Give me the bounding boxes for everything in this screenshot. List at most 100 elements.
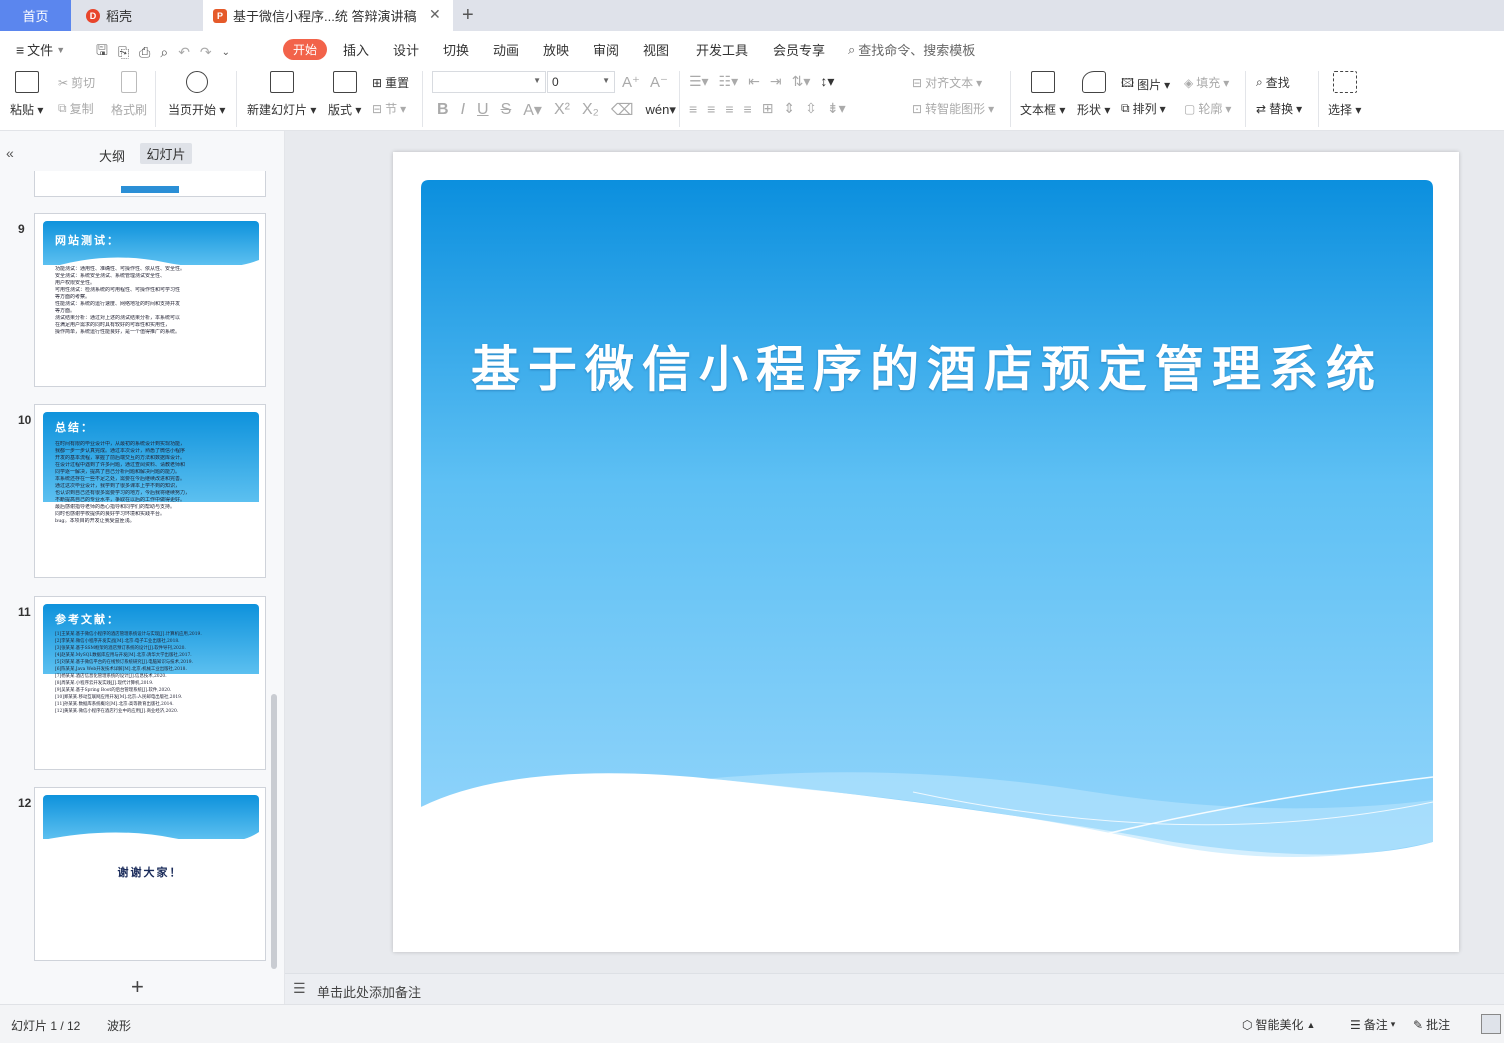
replace-button[interactable]: ⇄ 替换 ▾ [1256,100,1302,117]
tab-design[interactable]: 设计 [393,40,419,59]
distribute-icon[interactable]: ⊞ [762,100,774,117]
layout-button[interactable]: 版式 ▾ [328,71,361,118]
align-right-icon[interactable]: ≡ [725,101,733,117]
slide-thumbnail-11[interactable]: 参考文献： [1]王某某.基于微信小程序的酒店管理系统设计与实现[J].计算机应… [34,596,266,770]
tab-document-label: 基于微信小程序...统 答辩演讲稿 [233,9,417,24]
arrange-button[interactable]: ⧉ 排列 ▾ [1121,100,1166,117]
paste-button[interactable]: 粘贴 ▾ [10,71,43,118]
font-size-select[interactable]: 0 ▼ [547,71,615,93]
para-spacing-icon[interactable]: ⇳ [805,100,817,117]
add-slide-button[interactable]: + [131,974,144,1000]
tab-review[interactable]: 审阅 [593,40,619,59]
tab-view[interactable]: 视图 [643,40,669,59]
cut-button[interactable]: ✂ 剪切 [58,74,95,91]
italic-icon[interactable]: I [461,101,465,119]
thumbnail-body: 功能测试：通用性、准确性、可操作性、依从性、安全性。 安全测试：系统安全测试、系… [55,266,251,336]
paragraph-row-1: ☰▾ ☷▾ ⇤ ⇥ ⇅▾ ↕▾ [689,73,834,90]
outline-button[interactable]: ▢ 轮廓 ▾ [1184,100,1231,117]
para-settings-icon[interactable]: ⇟▾ [827,100,846,117]
section-button[interactable]: ⊟ 节 ▾ [372,100,406,117]
tab-daoke[interactable]: D 稻壳 [72,0,201,31]
file-menu[interactable]: ≡ 文件 ▼ [16,40,65,59]
tab-developer[interactable]: 开发工具 [696,40,748,59]
justify-icon[interactable]: ≡ [744,101,752,117]
increase-indent-icon[interactable]: ⇥ [770,73,782,90]
thumbnail-line: 同时也感谢学校提供的良好学习环境和实践平台。 [55,511,166,517]
thumbnail-line: 我都一步一步认真完成。通过本次设计，熟悉了微信小程序 [55,448,186,454]
save-icon[interactable]: 🖫 [96,40,108,64]
subscript-icon[interactable]: X₂ [582,101,599,119]
thumbnail-line: 性能测试：系统的运行速度、网络地址的时间和支持并发 [55,301,181,307]
clear-format-icon[interactable]: ⌫ [611,100,634,120]
play-current-label: 当页开始 [168,103,217,117]
font-family-select[interactable]: ▼ [432,71,546,93]
slide-thumbnail-partial[interactable] [34,171,266,197]
underline-icon[interactable]: U [477,101,489,119]
smart-graphic-button[interactable]: ⊡ 转智能图形 ▾ [912,100,994,117]
normal-view-icon[interactable] [1481,1014,1501,1034]
tab-member[interactable]: 会员专享 [773,40,825,59]
align-left-icon[interactable]: ≡ [689,101,697,117]
slide-thumbnail-12[interactable]: 谢谢大家！ [34,787,266,961]
copy-button[interactable]: ⧉ 复制 [58,100,94,117]
upload-icon[interactable]: ↑ [411,7,418,22]
align-center-icon[interactable]: ≡ [707,101,715,117]
shrink-font-icon[interactable]: A⁻ [650,73,668,91]
smart-beautify-button[interactable]: ⬡ 智能美化 ▲ [1242,1016,1315,1033]
tab-transition[interactable]: 切换 [443,40,469,59]
reset-button[interactable]: ⊞ 重置 [372,74,409,91]
new-tab-button[interactable]: + [462,0,482,31]
slide-canvas[interactable]: 基于微信小程序的酒店预定管理系统 [393,152,1459,952]
new-slide-button[interactable]: 新建幻灯片 ▾ [247,71,316,118]
fill-icon: ◈ [1184,75,1194,90]
tab-animation[interactable]: 动画 [493,40,519,59]
collapse-panel-icon[interactable]: « [6,145,14,161]
theme-name[interactable]: 波形 [107,1017,131,1034]
textbox-button[interactable]: 文本框 ▾ [1020,71,1065,118]
bold-icon[interactable]: B [437,101,449,119]
picture-button[interactable]: 🖾 图片 ▾ [1121,74,1170,95]
preview-icon[interactable]: ⌕ [160,44,168,61]
fill-button[interactable]: ◈ 填充 ▾ [1184,74,1229,91]
column-spacing-icon[interactable]: ⇕ [783,100,795,117]
select-button[interactable]: 选择 ▾ [1328,71,1361,118]
grow-font-icon[interactable]: A⁺ [622,73,640,91]
tab-slides[interactable]: 幻灯片 [140,143,192,164]
customize-icon[interactable]: ⌄ [222,47,230,58]
shape-button[interactable]: 形状 ▾ [1077,71,1110,118]
slide-thumbnail-10[interactable]: 总结： 在时间有限的毕业设计中，从最初的系统设计到实现功能， 我都一步一步认真完… [34,404,266,578]
thumbnail-body: [1]王某某.基于微信小程序的酒店管理系统设计与实现[J].计算机应用,2019… [55,631,251,715]
print-icon[interactable]: ⎙ [139,44,150,61]
tab-insert[interactable]: 插入 [343,40,369,59]
format-painter-button[interactable]: 格式刷 [111,71,147,118]
numbered-list-icon[interactable]: ☷▾ [719,73,739,90]
strikethrough-icon[interactable]: S [501,101,512,119]
close-tab-icon[interactable]: ✕ [429,6,441,23]
bullet-list-icon[interactable]: ☰▾ [689,73,709,90]
decrease-indent-icon[interactable]: ⇤ [748,73,760,90]
notes-toggle-button[interactable]: ☰ 备注 ▾ [1350,1016,1395,1033]
line-spacing-icon[interactable]: ↕▾ [820,73,834,90]
slide-title[interactable]: 基于微信小程序的酒店预定管理系统 [421,330,1433,401]
command-search[interactable]: ⌕ 查找命令、搜索模板 [848,40,975,59]
text-direction-icon[interactable]: ⇅▾ [792,73,811,90]
undo-icon[interactable]: ↶ [178,44,190,61]
slide-thumbnail-9[interactable]: 网站测试： 功能测试：通用性、准确性、可操作性、依从性、安全性。 安全测试：系统… [34,213,266,387]
font-color-icon[interactable]: A▾ [523,100,542,120]
find-button[interactable]: ⌕ 查找 [1256,74,1290,91]
play-current-button[interactable]: 当页开始 ▾ [168,71,225,118]
notes-bar[interactable]: ☰ 单击此处添加备注 [285,973,1504,1004]
align-text-button[interactable]: ⊟ 对齐文本 ▾ [912,74,982,91]
redo-icon[interactable]: ↷ [200,44,212,61]
tab-outline[interactable]: 大纲 [99,146,125,165]
tab-start[interactable]: 开始 [283,39,327,60]
tab-home[interactable]: 首页 [0,0,71,31]
tab-slideshow[interactable]: 放映 [543,40,569,59]
export-icon[interactable]: ⎘ [118,44,129,61]
panel-scrollbar[interactable] [271,694,277,969]
phonetic-icon[interactable]: wén▾ [645,102,675,118]
tab-document[interactable]: P 基于微信小程序...统 答辩演讲稿 ↑ ✕ [203,0,453,31]
comment-button[interactable]: ✎ 批注 [1413,1016,1450,1033]
superscript-icon[interactable]: X² [554,101,570,119]
notes-placeholder[interactable]: 单击此处添加备注 [317,982,421,1001]
